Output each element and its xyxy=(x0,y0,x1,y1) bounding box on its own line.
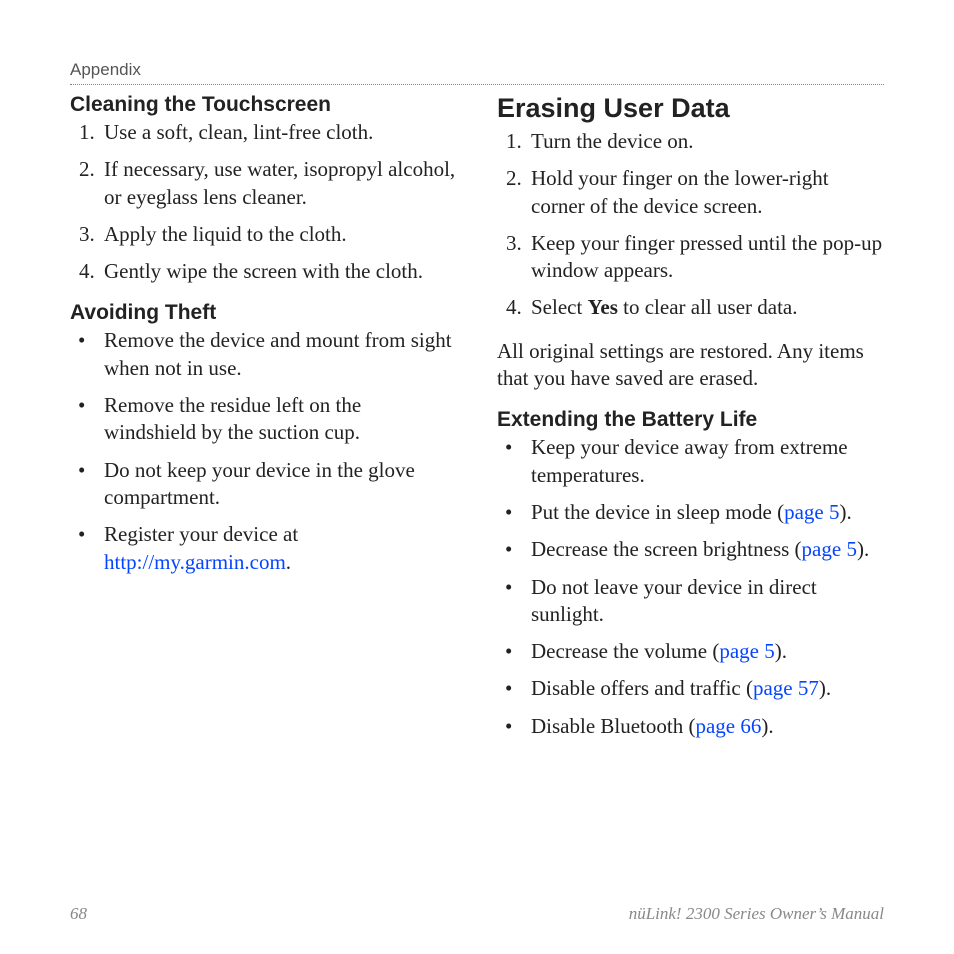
text: Register your device at xyxy=(104,522,298,546)
link-page-66[interactable]: page 66 xyxy=(695,714,761,738)
left-column: Cleaning the Touchscreen Use a soft, cle… xyxy=(70,93,457,756)
text: Select xyxy=(531,295,588,319)
text: ). xyxy=(761,714,773,738)
manual-page: Appendix Cleaning the Touchscreen Use a … xyxy=(0,0,954,954)
list-item: Remove the residue left on the windshiel… xyxy=(70,392,457,447)
list-item: Keep your device away from extreme tempe… xyxy=(497,434,884,489)
list-item: Keep your finger pressed until the pop-u… xyxy=(527,230,884,285)
text: Put the device in sleep mode ( xyxy=(531,500,784,524)
link-page-5[interactable]: page 5 xyxy=(719,639,774,663)
text: ). xyxy=(775,639,787,663)
text: Decrease the screen brightness ( xyxy=(531,537,802,561)
page-number: 68 xyxy=(70,904,87,924)
link-page-5[interactable]: page 5 xyxy=(784,500,839,524)
text: ). xyxy=(840,500,852,524)
text: Disable Bluetooth ( xyxy=(531,714,695,738)
list-battery-tips: Keep your device away from extreme tempe… xyxy=(497,434,884,740)
heading-extending-battery: Extending the Battery Life xyxy=(497,408,884,432)
list-item: Turn the device on. xyxy=(527,128,884,155)
list-item: If necessary, use water, isopropyl alcoh… xyxy=(100,156,457,211)
link-my-garmin[interactable]: http://my.garmin.com xyxy=(104,550,286,574)
list-item: Select Yes to clear all user data. xyxy=(527,294,884,321)
list-item: Put the device in sleep mode (page 5). xyxy=(497,499,884,526)
list-item: Decrease the screen brightness (page 5). xyxy=(497,536,884,563)
link-page-57[interactable]: page 57 xyxy=(753,676,819,700)
running-head: Appendix xyxy=(70,60,884,85)
bold-yes: Yes xyxy=(588,295,618,319)
text: . xyxy=(286,550,291,574)
text: Disable offers and traffic ( xyxy=(531,676,753,700)
heading-erasing-user-data: Erasing User Data xyxy=(497,93,884,124)
two-column-layout: Cleaning the Touchscreen Use a soft, cle… xyxy=(70,93,884,756)
text: ). xyxy=(857,537,869,561)
list-item: Decrease the volume (page 5). xyxy=(497,638,884,665)
list-item: Register your device at http://my.garmin… xyxy=(70,521,457,576)
list-item: Disable offers and traffic (page 57). xyxy=(497,675,884,702)
list-item: Do not keep your device in the glove com… xyxy=(70,457,457,512)
right-column: Erasing User Data Turn the device on. Ho… xyxy=(497,93,884,756)
heading-avoiding-theft: Avoiding Theft xyxy=(70,301,457,325)
heading-cleaning-touchscreen: Cleaning the Touchscreen xyxy=(70,93,457,117)
list-item: Gently wipe the screen with the cloth. xyxy=(100,258,457,285)
list-cleaning-steps: Use a soft, clean, lint-free cloth. If n… xyxy=(70,119,457,285)
list-item: Do not leave your device in direct sunli… xyxy=(497,574,884,629)
text: Decrease the volume ( xyxy=(531,639,719,663)
list-avoiding-theft: Remove the device and mount from sight w… xyxy=(70,327,457,575)
manual-title: nüLink! 2300 Series Owner’s Manual xyxy=(629,904,884,924)
text: to clear all user data. xyxy=(618,295,798,319)
text: ). xyxy=(819,676,831,700)
list-item: Hold your finger on the lower-right corn… xyxy=(527,165,884,220)
list-item: Apply the liquid to the cloth. xyxy=(100,221,457,248)
link-page-5[interactable]: page 5 xyxy=(802,537,857,561)
paragraph-restore-note: All original settings are restored. Any … xyxy=(497,338,884,393)
list-item: Use a soft, clean, lint-free cloth. xyxy=(100,119,457,146)
list-item: Disable Bluetooth (page 66). xyxy=(497,713,884,740)
list-item: Remove the device and mount from sight w… xyxy=(70,327,457,382)
page-footer: 68 nüLink! 2300 Series Owner’s Manual xyxy=(70,904,884,924)
list-erase-steps: Turn the device on. Hold your finger on … xyxy=(497,128,884,322)
